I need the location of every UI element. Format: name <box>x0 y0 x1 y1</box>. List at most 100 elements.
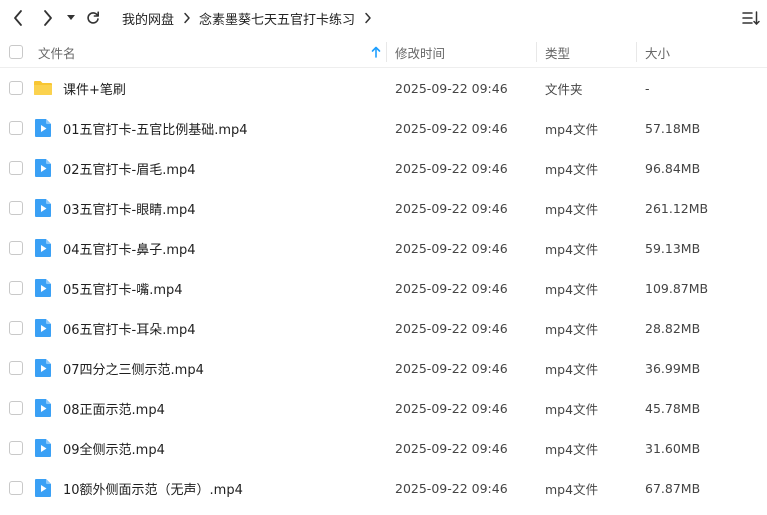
video-file-icon <box>35 319 51 337</box>
file-name: 课件+笔刷 <box>63 82 126 98</box>
column-name[interactable]: 文件名 <box>38 36 384 68</box>
file-type: mp4文件 <box>545 401 599 417</box>
row-checkbox-cell <box>9 228 23 268</box>
file-size: 109.87MB <box>645 280 709 296</box>
row-checkbox[interactable] <box>9 481 23 495</box>
file-type: 文件夹 <box>545 81 583 97</box>
column-size[interactable]: 大小 <box>645 36 755 68</box>
column-name-label: 文件名 <box>38 45 76 61</box>
file-name: 09全侧示范.mp4 <box>63 442 165 458</box>
file-type: mp4文件 <box>545 241 599 257</box>
video-file-icon <box>35 399 51 417</box>
row-checkbox-cell <box>9 108 23 148</box>
row-checkbox[interactable] <box>9 441 23 455</box>
file-size: 28.82MB <box>645 320 701 336</box>
video-file-icon <box>35 279 51 297</box>
file-type: mp4文件 <box>545 481 599 497</box>
file-row[interactable]: 04五官打卡-鼻子.mp4 2025-09-22 09:46 mp4文件 59.… <box>0 228 767 268</box>
file-row[interactable]: 06五官打卡-耳朵.mp4 2025-09-22 09:46 mp4文件 28.… <box>0 308 767 348</box>
file-type: mp4文件 <box>545 121 599 137</box>
video-file-icon <box>35 239 51 257</box>
row-checkbox[interactable] <box>9 81 23 95</box>
row-checkbox[interactable] <box>9 361 23 375</box>
column-modified[interactable]: 修改时间 <box>395 36 535 68</box>
chevron-right-icon[interactable] <box>364 12 372 24</box>
video-file-icon <box>35 119 51 137</box>
row-checkbox[interactable] <box>9 241 23 255</box>
file-size: 59.13MB <box>645 240 701 256</box>
file-row[interactable]: 09全侧示范.mp4 2025-09-22 09:46 mp4文件 31.60M… <box>0 428 767 468</box>
video-file-icon <box>35 159 51 177</box>
forward-button[interactable] <box>38 6 58 30</box>
file-size: 57.18MB <box>645 120 701 136</box>
history-dropdown-button[interactable] <box>64 6 78 30</box>
video-file-icon <box>35 439 51 457</box>
row-checkbox-cell <box>9 428 23 468</box>
file-modified: 2025-09-22 09:46 <box>395 120 508 136</box>
caret-down-icon <box>67 15 75 20</box>
file-modified: 2025-09-22 09:46 <box>395 280 508 296</box>
file-row[interactable]: 01五官打卡-五官比例基础.mp4 2025-09-22 09:46 mp4文件… <box>0 108 767 148</box>
file-name: 07四分之三侧示范.mp4 <box>63 362 204 378</box>
refresh-button[interactable] <box>84 6 102 30</box>
row-checkbox-cell <box>9 468 23 508</box>
file-row[interactable]: 08正面示范.mp4 2025-09-22 09:46 mp4文件 45.78M… <box>0 388 767 428</box>
row-checkbox-cell <box>9 348 23 388</box>
file-row[interactable]: 05五官打卡-嘴.mp4 2025-09-22 09:46 mp4文件 109.… <box>0 268 767 308</box>
row-checkbox[interactable] <box>9 321 23 335</box>
sort-ascending-icon[interactable] <box>371 46 381 58</box>
toolbar: 我的网盘 念素墨葵七天五官打卡练习 <box>0 0 767 36</box>
breadcrumb-item-root[interactable]: 我的网盘 <box>122 9 174 28</box>
column-type[interactable]: 类型 <box>545 36 635 68</box>
file-name: 05五官打卡-嘴.mp4 <box>63 282 183 298</box>
file-size: 96.84MB <box>645 160 701 176</box>
breadcrumb: 我的网盘 念素墨葵七天五官打卡练习 <box>122 0 380 36</box>
file-size: 45.78MB <box>645 400 701 416</box>
breadcrumb-item-current[interactable]: 念素墨葵七天五官打卡练习 <box>199 9 355 28</box>
row-checkbox-cell <box>9 308 23 348</box>
file-type: mp4文件 <box>545 201 599 217</box>
back-button[interactable] <box>8 6 28 30</box>
row-checkbox[interactable] <box>9 121 23 135</box>
row-checkbox-cell <box>9 148 23 188</box>
row-checkbox[interactable] <box>9 201 23 215</box>
file-modified: 2025-09-22 09:46 <box>395 480 508 496</box>
file-row[interactable]: 课件+笔刷 2025-09-22 09:46 文件夹 - <box>0 68 767 108</box>
file-size: 31.60MB <box>645 440 701 456</box>
select-all-checkbox[interactable] <box>9 45 23 59</box>
file-modified: 2025-09-22 09:46 <box>395 320 508 336</box>
column-header: 文件名 修改时间 类型 大小 <box>0 36 767 68</box>
file-type: mp4文件 <box>545 441 599 457</box>
file-type: mp4文件 <box>545 161 599 177</box>
column-divider[interactable] <box>386 42 387 62</box>
file-name: 02五官打卡-眉毛.mp4 <box>63 162 196 178</box>
column-modified-label: 修改时间 <box>395 45 446 61</box>
file-row[interactable]: 02五官打卡-眉毛.mp4 2025-09-22 09:46 mp4文件 96.… <box>0 148 767 188</box>
file-name: 01五官打卡-五官比例基础.mp4 <box>63 122 248 138</box>
row-checkbox[interactable] <box>9 161 23 175</box>
file-type: mp4文件 <box>545 281 599 297</box>
file-row[interactable]: 07四分之三侧示范.mp4 2025-09-22 09:46 mp4文件 36.… <box>0 348 767 388</box>
file-name: 08正面示范.mp4 <box>63 402 165 418</box>
video-file-icon <box>35 479 51 497</box>
select-all-checkbox-cell <box>9 36 23 68</box>
file-size: - <box>645 80 650 96</box>
row-checkbox[interactable] <box>9 401 23 415</box>
file-size: 261.12MB <box>645 200 709 216</box>
file-modified: 2025-09-22 09:46 <box>395 240 508 256</box>
file-name: 03五官打卡-眼睛.mp4 <box>63 202 196 218</box>
row-checkbox[interactable] <box>9 281 23 295</box>
file-row[interactable]: 10额外侧面示范（无声）.mp4 2025-09-22 09:46 mp4文件 … <box>0 468 767 508</box>
file-size: 36.99MB <box>645 360 701 376</box>
chevron-right-icon <box>183 12 191 24</box>
chevron-left-icon <box>14 10 22 26</box>
column-divider[interactable] <box>636 42 637 62</box>
sort-menu-button[interactable] <box>741 8 761 28</box>
column-divider[interactable] <box>536 42 537 62</box>
video-file-icon <box>35 359 51 377</box>
file-row[interactable]: 03五官打卡-眼睛.mp4 2025-09-22 09:46 mp4文件 261… <box>0 188 767 228</box>
file-modified: 2025-09-22 09:46 <box>395 360 508 376</box>
file-name: 06五官打卡-耳朵.mp4 <box>63 322 196 338</box>
chevron-right-icon <box>44 10 52 26</box>
row-checkbox-cell <box>9 268 23 308</box>
